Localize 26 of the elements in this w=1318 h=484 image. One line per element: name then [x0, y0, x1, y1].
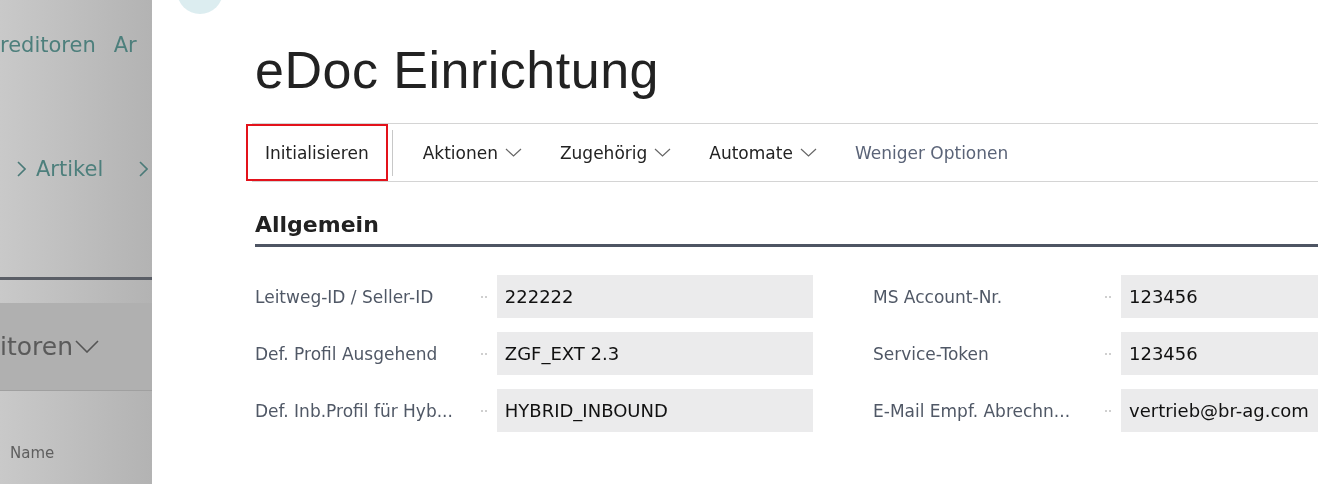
menu-button[interactable]: Automate [693, 124, 833, 181]
column-header: Name [10, 444, 56, 462]
chevron-down-icon [799, 148, 817, 157]
input-field[interactable]: 222222 [496, 275, 813, 318]
chevron-right-icon [17, 161, 26, 177]
field-label: Leitweg-ID / Seller-ID [255, 286, 435, 307]
field-label: Def. Inb.Profil für Hyb... [255, 400, 454, 421]
field-label: Service-Token [873, 343, 990, 364]
chevron-right-icon [139, 161, 149, 177]
page-title: eDoc Einrichtung [255, 40, 660, 101]
input-field[interactable]: 123456 [1121, 275, 1318, 318]
action-button[interactable]: Initialisieren [246, 124, 388, 181]
field-label: MS Account-Nr. [873, 286, 1004, 307]
chevron-down-icon [654, 148, 672, 157]
section-heading: Allgemein [255, 212, 1318, 247]
input-field[interactable]: 123456 [1121, 332, 1318, 375]
options-toggle[interactable]: Weniger Optionen [838, 124, 1025, 181]
input-field[interactable]: ZGF_EXT 2.3 [496, 332, 813, 375]
chevron-down-icon [75, 340, 99, 353]
menu-button[interactable]: Zugehörig [543, 124, 688, 181]
field-label: Def. Profil Ausgehend [255, 343, 439, 364]
input-field[interactable]: HYBRID_INBOUND [496, 389, 813, 432]
menu-button[interactable]: Aktionen [406, 124, 538, 181]
input-field[interactable]: vertrieb@br-ag.com [1121, 389, 1318, 432]
chevron-down-icon [504, 148, 522, 157]
field-label: E-Mail Empf. Abrechn... [873, 400, 1072, 421]
